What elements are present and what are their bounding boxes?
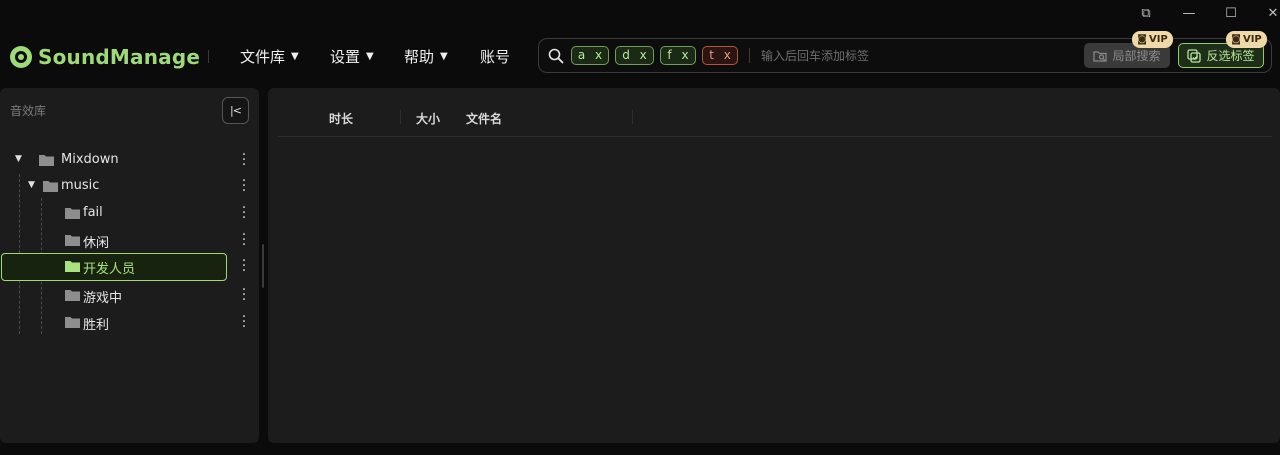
more-options-icon[interactable]: · · · xyxy=(239,174,249,198)
more-options-icon[interactable]: · · · xyxy=(239,254,249,278)
app-logo: SoundManage xyxy=(10,44,200,70)
column-header-filename[interactable]: 文件名 xyxy=(466,110,502,127)
tree-item-label: fail xyxy=(83,205,103,220)
tree-item-label: 开发人员 xyxy=(83,262,136,277)
column-divider[interactable] xyxy=(632,110,633,124)
restore-window-icon[interactable]: ⧉ xyxy=(1138,6,1154,22)
menu-file-library[interactable]: 文件库 ▼ xyxy=(240,45,299,67)
menu-settings[interactable]: 设置 ▼ xyxy=(330,45,374,67)
column-divider[interactable] xyxy=(400,110,401,124)
caret-down-icon: ▼ xyxy=(366,50,374,62)
tree-item-label: 游戏中 xyxy=(83,291,123,306)
tree-item-developers[interactable]: 开发人员 · · · xyxy=(0,253,259,281)
folder-icon xyxy=(43,181,58,192)
folder-icon xyxy=(65,235,80,246)
tree-item-label: 胜利 xyxy=(83,318,110,333)
header-divider xyxy=(208,50,209,63)
column-header-size[interactable]: 大小 xyxy=(416,110,440,127)
maximize-window-icon[interactable]: ☐ xyxy=(1223,6,1239,22)
menu-help[interactable]: 帮助 ▼ xyxy=(404,45,448,67)
vip-badge: ◙ VIP xyxy=(1226,31,1267,48)
tree-item-label: music xyxy=(61,178,100,193)
search-tag[interactable]: d x xyxy=(615,46,654,65)
more-options-icon[interactable]: · · · xyxy=(239,283,249,307)
minimize-window-icon[interactable]: — xyxy=(1181,6,1197,22)
sound-library-panel: 音效库 |< ▼ Mixdown · · · ▼ music · · · fail · ·… xyxy=(0,88,259,443)
close-window-icon[interactable]: ✕ xyxy=(1265,6,1280,22)
search-tag[interactable]: a x xyxy=(571,46,609,65)
search-divider xyxy=(749,48,750,63)
tag-search-input[interactable] xyxy=(761,45,1081,67)
logo-icon xyxy=(10,46,32,68)
local-search-label: 局部搜索 xyxy=(1112,49,1161,63)
menu-label: 账号 xyxy=(480,47,511,66)
app-name: SoundManage xyxy=(38,45,201,69)
caret-down-icon: ▼ xyxy=(291,50,299,62)
file-list-panel: 时长 大小 文件名 xyxy=(268,88,1280,443)
folder-icon xyxy=(39,155,54,166)
expand-arrow-icon[interactable]: ▼ xyxy=(15,154,22,164)
tree-item-fail[interactable]: fail · · · xyxy=(0,200,259,226)
caret-down-icon: ▼ xyxy=(440,50,448,62)
tree-item-label: Mixdown xyxy=(61,152,119,167)
invert-tags-label: 反选标签 xyxy=(1206,49,1255,63)
search-tag[interactable]: f x xyxy=(660,46,696,65)
more-options-icon[interactable]: · · · xyxy=(239,228,249,252)
folder-icon xyxy=(65,208,80,219)
folder-search-icon xyxy=(1093,50,1108,62)
table-header-divider xyxy=(278,136,1272,137)
column-header-duration[interactable]: 时长 xyxy=(329,110,353,127)
folder-icon xyxy=(65,317,80,328)
invert-select-icon xyxy=(1187,48,1202,63)
vip-badge: ◙ VIP xyxy=(1132,31,1173,48)
search-tag-excluded[interactable]: t x xyxy=(702,46,738,65)
panel-resize-handle[interactable] xyxy=(262,244,264,288)
menu-label: 帮助 xyxy=(404,47,435,66)
collapse-panel-button[interactable]: |< xyxy=(222,97,249,124)
panel-title: 音效库 xyxy=(10,104,47,118)
tree-item-label: 休闲 xyxy=(83,236,110,251)
vip-camera-icon: ◙ xyxy=(1231,34,1241,45)
vip-camera-icon: ◙ xyxy=(1137,34,1147,45)
tree-item-victory[interactable]: 胜利 · · · xyxy=(0,309,259,335)
search-icon[interactable] xyxy=(548,48,564,64)
menu-account[interactable]: 账号 xyxy=(480,45,510,67)
more-options-icon[interactable]: · · · xyxy=(239,201,249,225)
tree-item-mixdown[interactable]: ▼ Mixdown · · · xyxy=(0,147,259,173)
menu-label: 设置 xyxy=(330,47,361,66)
folder-icon xyxy=(65,290,80,301)
folder-icon xyxy=(65,261,80,272)
menu-label: 文件库 xyxy=(240,47,286,66)
more-options-icon[interactable]: · · · xyxy=(239,148,249,172)
tree-item-casual[interactable]: 休闲 · · · xyxy=(0,227,259,253)
tree-item-music[interactable]: ▼ music · · · xyxy=(0,173,259,199)
expand-arrow-icon[interactable]: ▼ xyxy=(28,180,35,190)
tree-item-in-game[interactable]: 游戏中 · · · xyxy=(0,282,259,308)
more-options-icon[interactable]: · · · xyxy=(239,310,249,334)
